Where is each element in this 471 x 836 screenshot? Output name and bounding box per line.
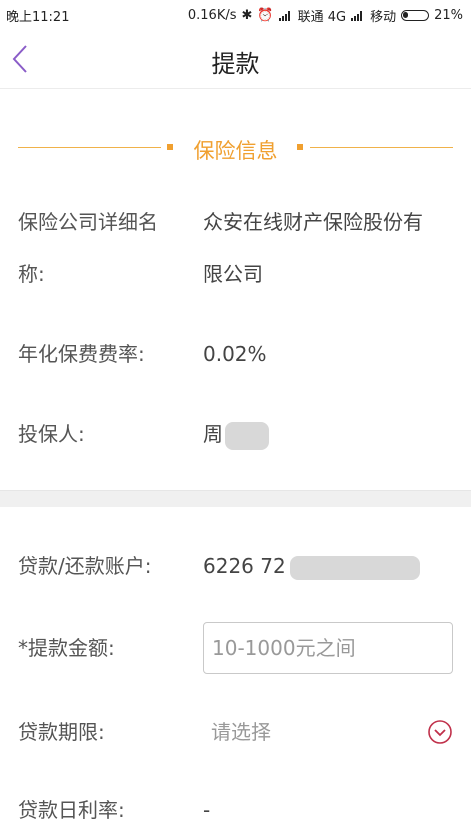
term-select[interactable]: 请选择 xyxy=(203,706,453,758)
page-title: 提款 xyxy=(211,50,260,78)
term-label: 贷款期限: xyxy=(18,720,105,744)
insured-label: 投保人: xyxy=(18,422,85,446)
signal-1-icon xyxy=(278,10,293,21)
nav-header: 提款 xyxy=(0,30,471,89)
section-divider xyxy=(0,490,471,507)
account-number: 6226 72 xyxy=(203,554,286,578)
carrier-1: 联通 4G xyxy=(297,10,347,25)
account-label: 贷款/还款账户: xyxy=(18,554,152,578)
status-indicators: 0.16K/s ✱ ⏰ 联通 4G 移动 21% xyxy=(188,6,463,25)
carrier-2: 移动 xyxy=(370,10,397,25)
divider-line-right xyxy=(310,147,453,148)
daily-rate-label: 贷款日利率: xyxy=(18,798,125,822)
daily-rate-value: - xyxy=(203,798,211,822)
status-time: 晚上11:21 xyxy=(6,10,70,25)
redacted-account-blur xyxy=(289,555,420,580)
battery-level: 21% xyxy=(434,8,463,23)
status-bar: 晚上11:21 0.16K/s ✱ ⏰ 联通 4G 移动 21% xyxy=(0,0,471,30)
network-speed: 0.16K/s xyxy=(187,8,237,23)
insured-name: 周 xyxy=(203,422,223,446)
chevron-down-circle-icon xyxy=(428,720,452,744)
amount-input[interactable] xyxy=(203,622,453,674)
insured-value: 周 xyxy=(203,408,269,460)
decor-dot-right xyxy=(297,144,303,150)
company-label-line1: 保险公司详细名 xyxy=(18,210,158,234)
company-value-line1: 众安在线财产保险股份有 xyxy=(203,210,423,234)
battery-icon xyxy=(401,10,430,21)
alarm-icon: ⏰ xyxy=(257,8,274,23)
account-value: 6226 72 xyxy=(203,540,420,592)
company-value-line2: 限公司 xyxy=(203,262,263,286)
company-label-line2: 称: xyxy=(18,262,45,286)
redacted-name-blur xyxy=(225,421,269,450)
section-title: 保险信息 xyxy=(193,139,278,163)
term-select-placeholder: 请选择 xyxy=(211,720,271,744)
bluetooth-icon: ✱ xyxy=(241,8,253,23)
signal-2-icon xyxy=(351,10,365,21)
rate-value: 0.02% xyxy=(203,342,267,366)
insurance-section-header: 保险信息 xyxy=(0,130,471,166)
amount-label: *提款金额: xyxy=(18,636,115,660)
rate-label: 年化保费费率: xyxy=(18,342,145,366)
